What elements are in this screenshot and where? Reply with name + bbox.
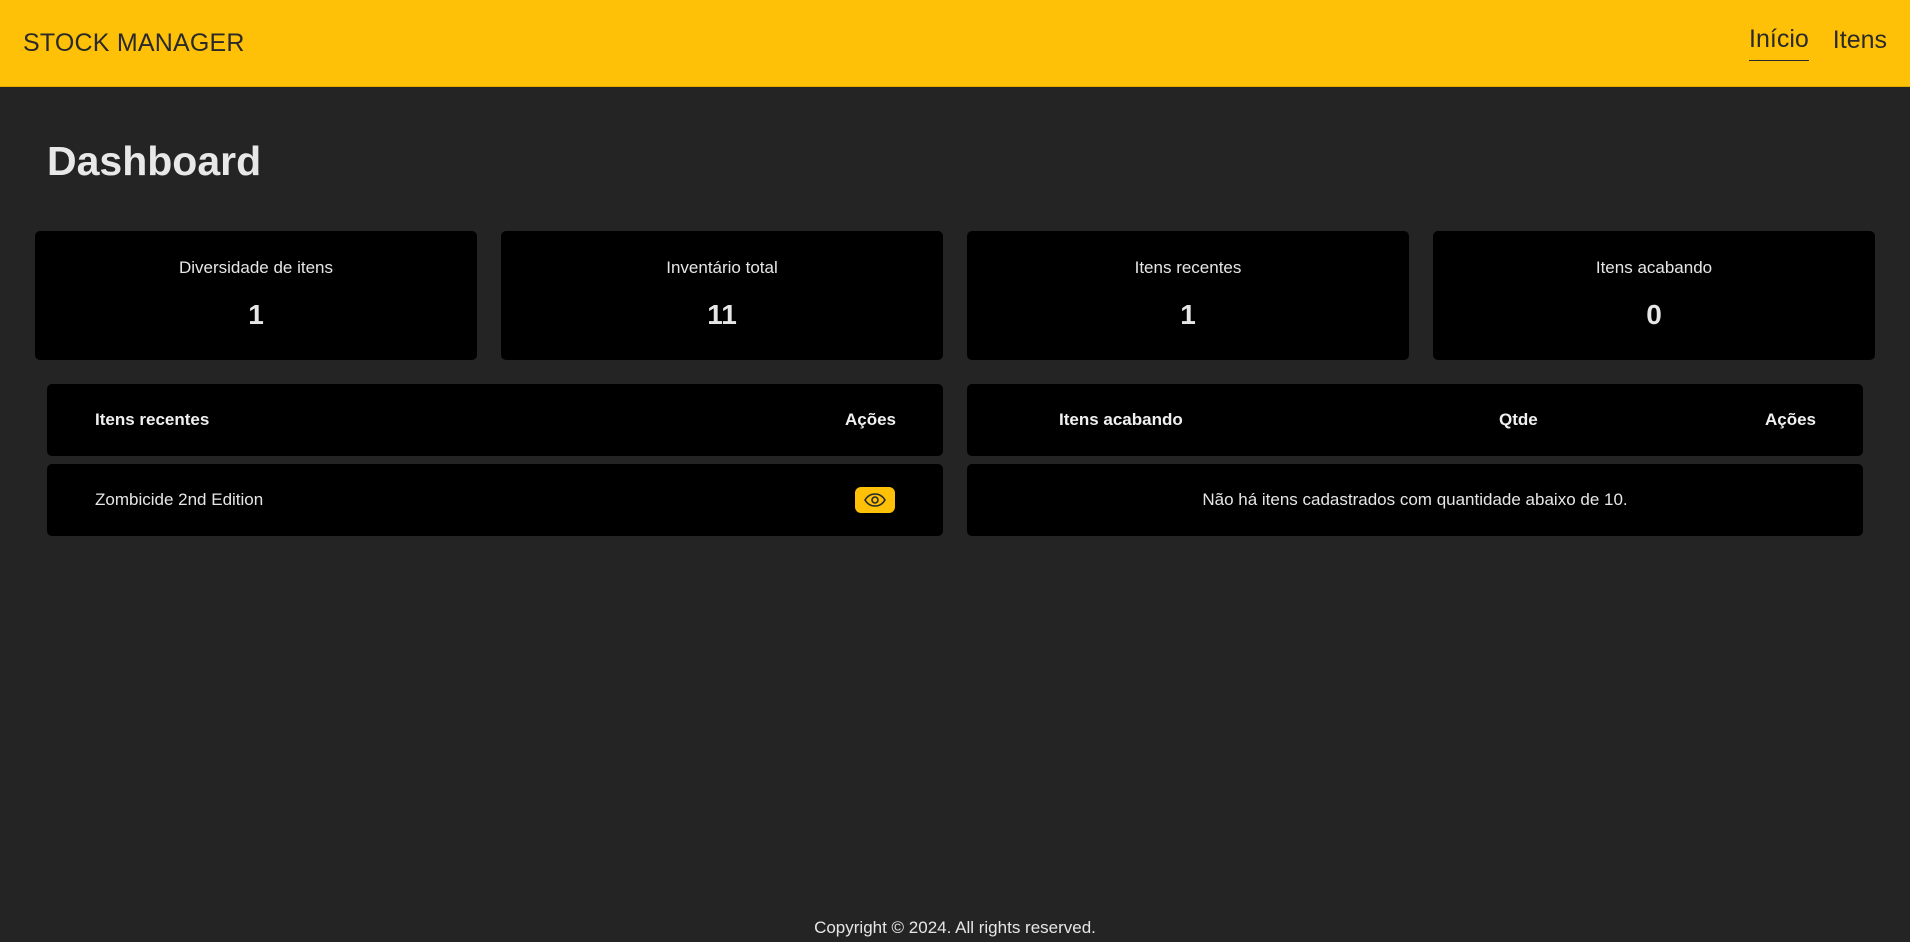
- stat-label: Itens recentes: [1134, 258, 1242, 277]
- column-header-qty: Qtde: [1499, 410, 1538, 429]
- table-header: Itens recentes Ações: [47, 384, 943, 456]
- stat-card-diversity: Diversidade de itens 1: [35, 231, 477, 360]
- stat-value: 0: [1646, 299, 1662, 330]
- stats-cards: Diversidade de itens 1 Inventário total …: [35, 231, 1875, 360]
- empty-state-row: Não há itens cadastrados com quantidade …: [967, 464, 1863, 536]
- table-header: Itens acabando Qtde Ações: [967, 384, 1863, 456]
- stat-label: Itens acabando: [1595, 258, 1713, 277]
- column-header-name: Itens recentes: [95, 410, 210, 429]
- recent-items-table: Itens recentes Ações Zombicide 2nd Editi…: [47, 384, 943, 536]
- low-stock-table: Itens acabando Qtde Ações Não há itens c…: [967, 384, 1863, 536]
- eye-icon: [864, 493, 886, 507]
- nav-link-inicio[interactable]: Início: [1749, 25, 1809, 61]
- nav-links: Início Itens: [1749, 25, 1887, 61]
- column-header-actions: Ações: [844, 410, 896, 429]
- table-row: Zombicide 2nd Edition: [47, 464, 943, 536]
- brand-logo[interactable]: STOCK MANAGER: [23, 29, 245, 58]
- stat-label: Diversidade de itens: [178, 258, 334, 277]
- footer: Copyright © 2024. All rights reserved.: [0, 918, 1910, 938]
- nav-link-itens[interactable]: Itens: [1833, 26, 1887, 61]
- stat-label: Inventário total: [666, 258, 778, 277]
- stat-value: 1: [1180, 299, 1196, 330]
- stat-card-low-stock: Itens acabando 0: [1433, 231, 1875, 360]
- item-name: Zombicide 2nd Edition: [95, 490, 264, 509]
- stat-card-total-inventory: Inventário total 11: [501, 231, 943, 360]
- empty-state-message: Não há itens cadastrados com quantidade …: [1202, 490, 1628, 509]
- stat-value: 1: [248, 299, 264, 330]
- copyright-text: Copyright © 2024. All rights reserved.: [814, 918, 1096, 937]
- stat-value: 11: [707, 299, 737, 330]
- view-item-button[interactable]: [855, 487, 895, 513]
- stat-card-recent-items: Itens recentes 1: [967, 231, 1409, 360]
- column-header-actions: Ações: [1764, 410, 1816, 429]
- page-title: Dashboard: [47, 138, 262, 184]
- navbar: STOCK MANAGER Início Itens: [0, 0, 1910, 87]
- column-header-name: Itens acabando: [1059, 410, 1183, 429]
